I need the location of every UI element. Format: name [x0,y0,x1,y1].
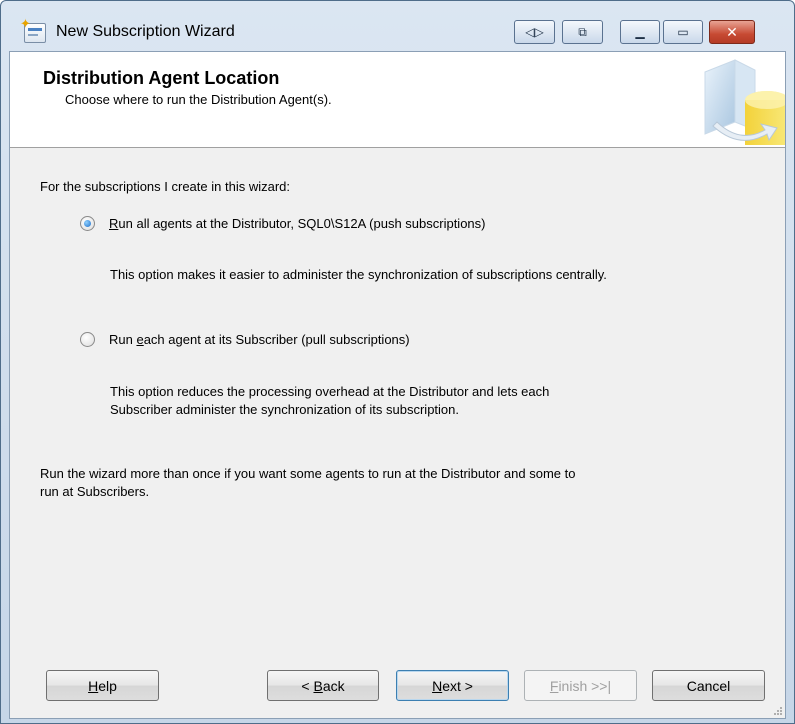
caption-buttons: ◁▷ ⧉ ▁ ▭ ✕ [514,20,780,46]
minimize-icon: ▁ [635,25,645,39]
maximize-icon: ▭ [677,25,689,39]
pin-window-button[interactable]: ⧉ [562,20,603,44]
radio-push-subscriptions[interactable]: Run all agents at the Distributor, SQL0\… [80,216,485,231]
wizard-app-icon: ✦ [20,17,46,43]
finish-button: Finish >>| [524,670,637,701]
wizard-window: ✦ New Subscription Wizard ◁▷ ⧉ ▁ ▭ ✕ Dis… [0,0,795,724]
pull-description-line-2: Subscriber administer the synchronizatio… [110,402,459,417]
next-button[interactable]: Next > [396,670,509,701]
page-subtitle: Choose where to run the Distribution Age… [65,92,332,107]
intro-text: For the subscriptions I create in this w… [40,179,290,194]
close-icon: ✕ [726,24,738,40]
wizard-client-area: Distribution Agent Location Choose where… [9,51,786,719]
resize-arrows-icon: ◁▷ [525,25,544,39]
database-replication-icon [704,59,785,145]
radio-pull-label: Run each agent at its Subscriber (pull s… [109,332,410,347]
maximize-button[interactable]: ▭ [663,20,703,44]
window-title: New Subscription Wizard [56,23,235,40]
footer-note-line-1: Run the wizard more than once if you wan… [40,466,576,481]
page-title: Distribution Agent Location [43,68,280,88]
restore-layout-button[interactable]: ◁▷ [514,20,555,44]
cancel-button[interactable]: Cancel [652,670,765,701]
footer-note-line-2: run at Subscribers. [40,484,150,499]
radio-button-selected[interactable] [80,216,95,231]
back-button[interactable]: < Back [267,670,379,701]
push-description: This option makes it easier to administe… [110,267,607,282]
radio-button-unselected[interactable] [80,332,95,347]
radio-pull-subscriptions[interactable]: Run each agent at its Subscriber (pull s… [80,332,410,347]
resize-grip-icon[interactable] [773,706,783,716]
radio-push-label: Run all agents at the Distributor, SQL0\… [109,216,486,231]
help-button[interactable]: Help [46,670,159,701]
pull-description-line-1: This option reduces the processing overh… [110,384,550,399]
window-copy-icon: ⧉ [578,25,587,39]
wizard-header: Distribution Agent Location Choose where… [10,52,785,148]
title-bar[interactable]: ✦ New Subscription Wizard ◁▷ ⧉ ▁ ▭ ✕ [1,1,794,46]
close-button[interactable]: ✕ [709,20,755,44]
minimize-button[interactable]: ▁ [620,20,660,44]
